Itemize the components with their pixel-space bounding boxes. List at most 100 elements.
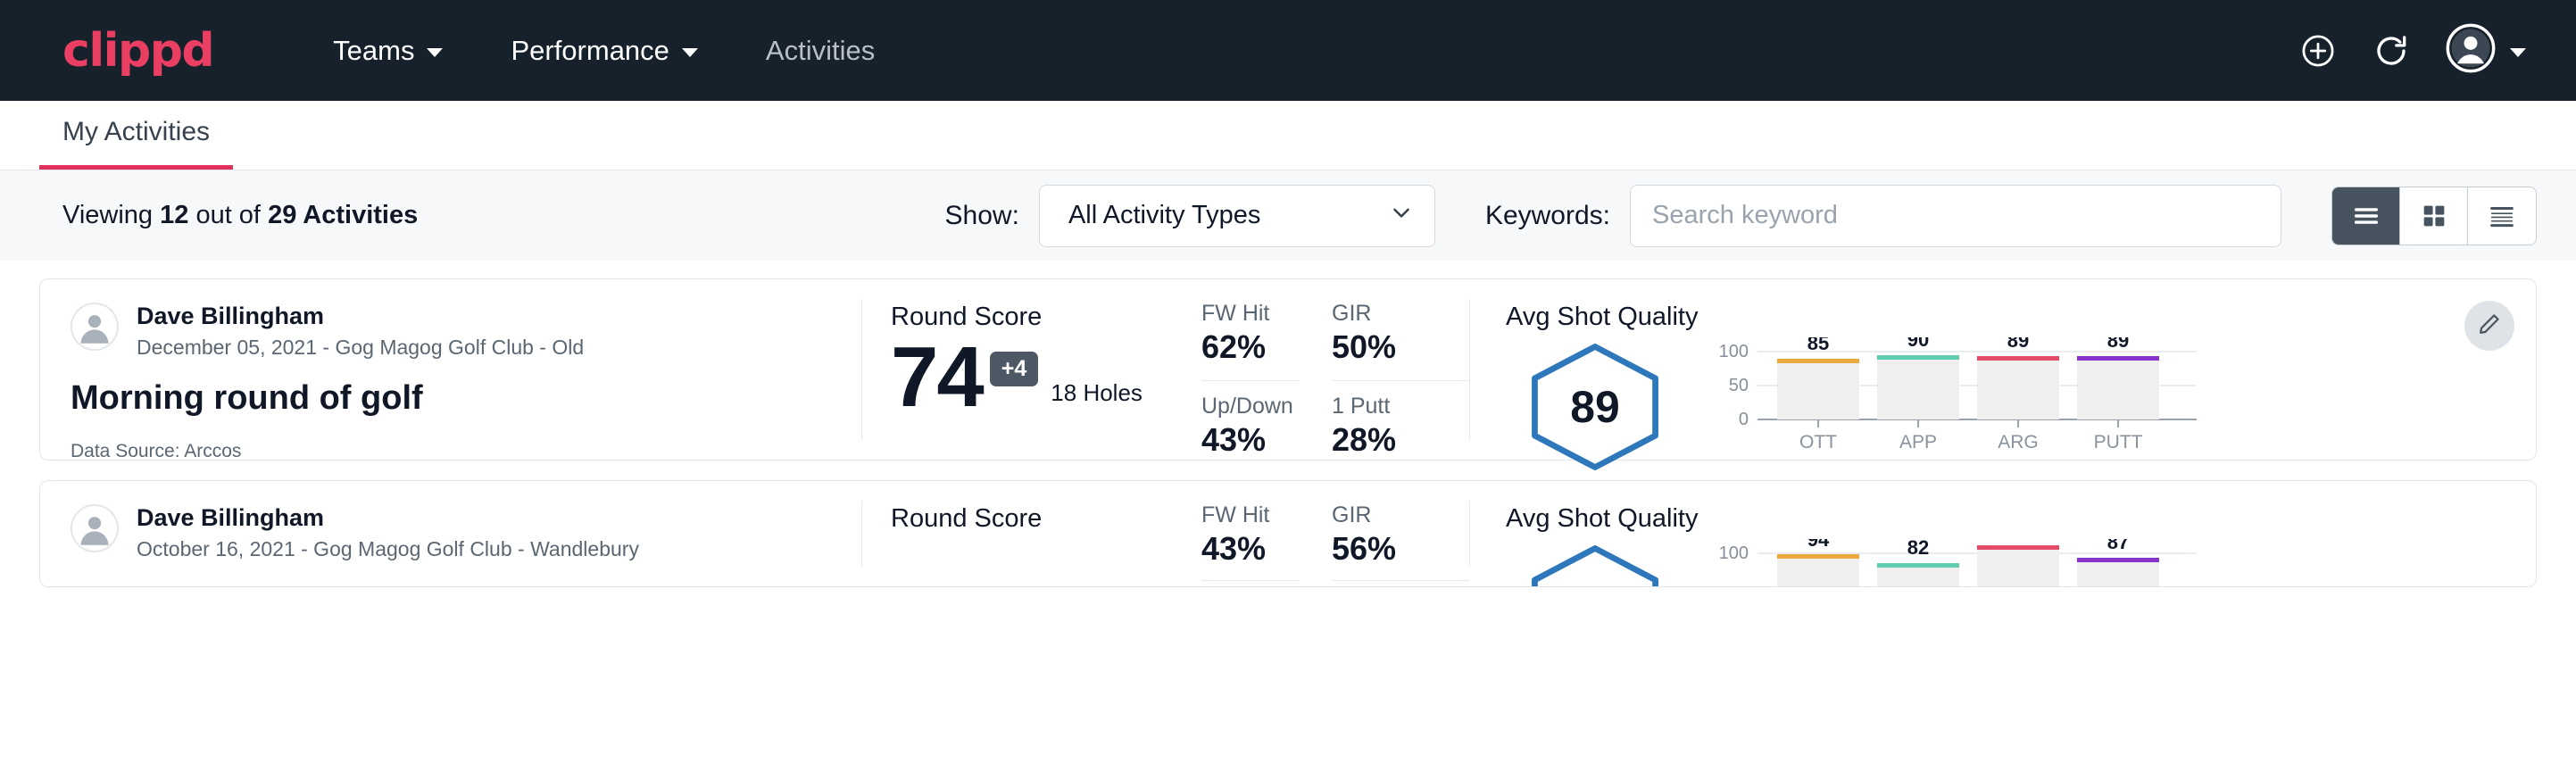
navbar-actions (2299, 23, 2526, 78)
chevron-down-icon (682, 48, 698, 57)
avatar (71, 303, 119, 351)
activity-summary: Dave Billingham December 05, 2021 - Gog … (40, 279, 861, 460)
primary-nav: Teams Performance Activities (299, 35, 909, 67)
filter-bar: Viewing 12 out of 29 Activities Show: Al… (0, 170, 2576, 261)
bar-ott (1777, 557, 1859, 587)
bar-putt (2077, 359, 2159, 419)
nav-item-teams[interactable]: Teams (299, 35, 477, 67)
bar-cap-ott (1777, 554, 1859, 559)
avg-shot-quality-label: Avg Shot Quality (1506, 504, 2536, 534)
bar-app (1877, 566, 1959, 587)
stat-gir: GIR 50% (1332, 301, 1469, 381)
keywords-label: Keywords: (1485, 201, 1610, 231)
top-navbar: clippd Teams Performance Activities (0, 0, 2576, 101)
account-avatar (2446, 23, 2496, 78)
nav-item-performance[interactable]: Performance (477, 35, 731, 67)
shot-quality-bar-chart: 100 50 0 85 OTT (1708, 337, 2207, 455)
activity-title: Morning round of golf (71, 379, 831, 418)
edit-activity-button[interactable] (2464, 301, 2514, 351)
avg-shot-quality-body: 100 94 82 106 87 (1506, 539, 2536, 587)
stat-label: 1 Putt (1332, 394, 1469, 419)
stat-value: 62% (1201, 328, 1300, 366)
add-icon[interactable] (2299, 32, 2337, 70)
keyword-filter: Keywords: (1485, 185, 2281, 247)
bar-cap-arg (1977, 545, 2059, 550)
bar-cap-app (1877, 355, 1959, 360)
user-name: Dave Billingham (137, 303, 584, 330)
bar-arg (1977, 359, 2059, 419)
bar-cap-ott (1777, 359, 1859, 363)
tab-bar: My Activities (0, 101, 2576, 170)
stat-value: 56% (1332, 530, 1469, 568)
avg-shot-quality-section: Avg Shot Quality 89 100 50 0 (1470, 279, 2536, 460)
filter-controls: Show: All Activity Types Keywords: (945, 185, 2537, 247)
shot-quality-bar-chart: 100 94 82 106 87 (1708, 539, 2207, 587)
bar-putt (2077, 560, 2159, 587)
user-name: Dave Billingham (137, 504, 639, 532)
category-ott: OTT (1799, 432, 1837, 452)
chevron-down-icon (2510, 48, 2526, 57)
stat-fw-hit: FW Hit 62% (1201, 301, 1300, 381)
bar-value-ott: 94 (1807, 539, 1830, 551)
activity-meta: December 05, 2021 - Gog Magog Golf Club … (137, 336, 584, 360)
show-label: Show: (945, 201, 1019, 231)
stat-label: GIR (1332, 301, 1469, 327)
quality-hexagon (1506, 539, 1684, 587)
round-score-label: Round Score (891, 504, 1201, 534)
activity-list: Dave Billingham December 05, 2021 - Gog … (0, 261, 2576, 780)
avg-shot-quality-section: Avg Shot Quality 100 94 (1470, 481, 2536, 586)
chevron-down-icon (1388, 199, 1415, 233)
list-view-button[interactable] (2332, 187, 2400, 245)
bar-app (1877, 358, 1959, 419)
stat-gir: GIR 56% (1332, 502, 1469, 581)
category-app: APP (1899, 432, 1937, 452)
y-tick-50: 50 (1729, 376, 1749, 395)
activity-meta: October 16, 2021 - Gog Magog Golf Club -… (137, 537, 639, 561)
bar-cap-putt (2077, 356, 2159, 361)
round-stats: FW Hit 43% GIR 56% (1201, 481, 1469, 586)
bar-cap-arg (1977, 356, 2059, 361)
pencil-icon (2477, 311, 2502, 341)
viewing-count: 12 (160, 201, 188, 229)
shot-quality-chart: 100 94 82 106 87 (1708, 539, 2207, 587)
activity-user: Dave Billingham December 05, 2021 - Gog … (71, 303, 831, 360)
avg-shot-quality-body: 89 100 50 0 (1506, 337, 2536, 473)
activity-user: Dave Billingham October 16, 2021 - Gog M… (71, 504, 831, 561)
y-tick-0: 0 (1739, 410, 1749, 429)
stat-label: FW Hit (1201, 301, 1300, 327)
stat-label: GIR (1332, 502, 1469, 528)
activity-card[interactable]: Dave Billingham December 05, 2021 - Gog … (39, 278, 2537, 461)
stat-up-down: Up/Down 43% (1201, 394, 1300, 461)
category-putt: PUTT (2094, 432, 2143, 452)
nav-item-label: Performance (511, 35, 669, 67)
detail-view-button[interactable] (2468, 187, 2536, 245)
stat-label: FW Hit (1201, 502, 1300, 528)
round-score-value: 74 (891, 336, 983, 419)
tab-my-activities[interactable]: My Activities (39, 117, 233, 170)
viewing-prefix: Viewing (62, 201, 153, 229)
round-score-row: 74 +4 18 Holes (891, 336, 1201, 419)
search-input[interactable] (1630, 185, 2281, 247)
view-toggle-group (2331, 187, 2537, 245)
stat-label: Up/Down (1201, 394, 1300, 419)
y-tick-100: 100 (1719, 342, 1749, 361)
tab-label: My Activities (62, 117, 210, 146)
bar-cap-app (1877, 563, 1959, 568)
category-arg: ARG (1998, 432, 2039, 452)
round-score-label: Round Score (891, 303, 1201, 332)
grid-view-button[interactable] (2400, 187, 2468, 245)
activity-card[interactable]: Dave Billingham October 16, 2021 - Gog M… (39, 480, 2537, 587)
activity-summary: Dave Billingham October 16, 2021 - Gog M… (40, 481, 861, 586)
round-stats: FW Hit 62% GIR 50% Up/Down 43% 1 Putt 28… (1201, 279, 1469, 460)
nav-item-activities[interactable]: Activities (732, 35, 909, 67)
bar-value-putt: 87 (2107, 539, 2129, 553)
clippd-logo[interactable]: clippd (62, 24, 213, 78)
activity-type-select[interactable]: All Activity Types (1039, 185, 1435, 247)
refresh-icon[interactable] (2372, 32, 2410, 70)
quality-hexagon: 89 (1506, 337, 1684, 473)
account-menu[interactable] (2446, 23, 2526, 78)
shot-quality-chart: 100 50 0 85 OTT (1708, 337, 2207, 460)
viewing-summary: Viewing 12 out of 29 Activities (62, 201, 418, 230)
score-differential-badge: +4 (990, 352, 1039, 386)
activity-type-value: All Activity Types (1068, 201, 1260, 230)
